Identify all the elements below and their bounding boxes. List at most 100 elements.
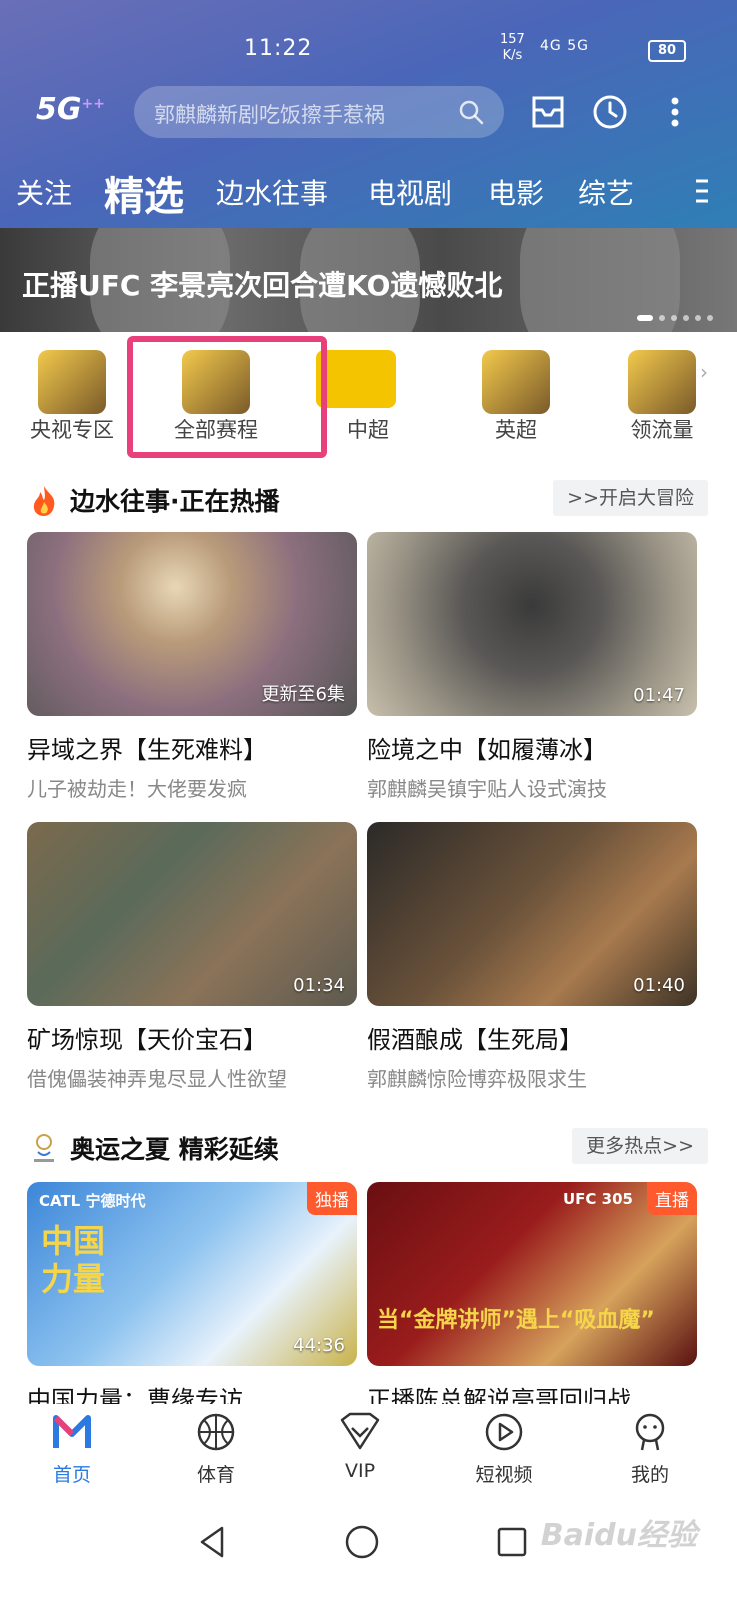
tab-featured[interactable]: 精选 bbox=[104, 164, 184, 222]
video-subtitle: 儿子被劫走！大佬要发疯 bbox=[27, 777, 247, 801]
thumbnail-headline: 中国力量 bbox=[41, 1222, 106, 1298]
page-dot bbox=[683, 315, 689, 321]
section-more-button[interactable]: >>开启大冒险 bbox=[553, 480, 708, 516]
channel-cctv-icon bbox=[38, 350, 106, 414]
nav-profile[interactable]: 我的 bbox=[590, 1410, 710, 1496]
video-subtitle: 郭麒麟惊险博弈极限求生 bbox=[367, 1067, 587, 1091]
nav-vip[interactable]: VIP bbox=[300, 1410, 420, 1496]
olympic-logo-icon bbox=[34, 1134, 54, 1162]
video-thumbnail[interactable]: 更新至6集 bbox=[27, 532, 357, 716]
logo-text: 5G bbox=[36, 92, 82, 127]
net-speed: 157 K/s bbox=[500, 32, 525, 64]
nav-label: 短视频 bbox=[475, 1464, 533, 1486]
back-icon[interactable] bbox=[194, 1522, 234, 1562]
channel-epl-icon bbox=[482, 350, 550, 414]
page-dot bbox=[637, 315, 653, 321]
video-card[interactable]: 01:47 险境之中【如履薄冰】 郭麒麟吴镇宇贴人设式演技 bbox=[367, 532, 697, 802]
fire-icon bbox=[33, 486, 55, 516]
highlight-box bbox=[127, 336, 327, 458]
update-badge: 更新至6集 bbox=[261, 684, 345, 705]
nav-label: 体育 bbox=[196, 1464, 235, 1486]
app-header: 11:22 157 K/s 4G 5G 80 5G++ 郭麒麟新剧吃饭擦手惹祸 … bbox=[0, 0, 737, 230]
video-title: 假酒酿成【生死局】 bbox=[367, 1026, 583, 1054]
video-title: 异域之界【生死难料】 bbox=[27, 736, 267, 764]
section-title: 奥运之夏 精彩延续 bbox=[70, 1135, 279, 1164]
tab-tv[interactable]: 电视剧 bbox=[368, 172, 452, 212]
section-header-olympics: 奥运之夏 精彩延续 更多热点>> bbox=[28, 1128, 708, 1168]
vip-icon bbox=[340, 1412, 380, 1450]
bottom-nav: 首页 体育 VIP 短视频 我的 bbox=[0, 1404, 737, 1500]
nav-label: 我的 bbox=[630, 1464, 669, 1486]
video-card[interactable]: 更新至6集 异域之界【生死难料】 儿子被劫走！大佬要发疯 bbox=[27, 532, 357, 802]
channel-traffic[interactable]: 领流量 bbox=[602, 340, 722, 456]
basketball-icon bbox=[197, 1413, 235, 1451]
video-card[interactable]: 01:34 矿场惊现【天价宝石】 借傀儡装神弄鬼尽显人性欲望 bbox=[27, 822, 357, 1092]
status-time: 11:22 bbox=[244, 36, 313, 61]
channel-epl[interactable]: 英超 bbox=[456, 340, 576, 456]
channel-label: 领流量 bbox=[630, 418, 694, 442]
category-tabs: 关注 精选 边水往事 电视剧 电影 综艺 bbox=[0, 162, 737, 220]
search-placeholder: 郭麒麟新剧吃饭擦手惹祸 bbox=[154, 103, 385, 127]
section-more-button[interactable]: 更多热点>> bbox=[572, 1128, 708, 1164]
section-header-bianshui: 边水往事·正在热播 >>开启大冒险 bbox=[28, 480, 708, 520]
channel-label: 央视专区 bbox=[30, 418, 114, 442]
video-card[interactable]: 01:40 假酒酿成【生死局】 郭麒麟惊险博弈极限求生 bbox=[367, 822, 697, 1092]
home-logo-icon bbox=[53, 1415, 91, 1448]
profile-icon bbox=[635, 1413, 665, 1451]
section-title: 边水往事·正在热播 bbox=[70, 487, 280, 516]
video-card[interactable]: CATL 宁德时代 中国力量 独播 44:36 中国力量：曹缘专访 bbox=[27, 1182, 357, 1415]
inbox-icon[interactable] bbox=[528, 92, 568, 132]
live-badge: 直播 bbox=[647, 1182, 697, 1215]
video-thumbnail[interactable]: 01:40 bbox=[367, 822, 697, 1006]
video-duration: 01:34 bbox=[293, 975, 345, 996]
page-dot bbox=[707, 315, 713, 321]
nav-label: 首页 bbox=[52, 1464, 91, 1486]
nav-label: VIP bbox=[344, 1460, 376, 1482]
video-subtitle: 郭麒麟吴镇宇贴人设式演技 bbox=[367, 777, 607, 801]
video-duration: 01:40 bbox=[633, 975, 685, 996]
nav-home[interactable]: 首页 bbox=[12, 1410, 132, 1496]
tab-bianshui[interactable]: 边水往事 bbox=[216, 172, 328, 212]
play-circle-icon bbox=[485, 1413, 523, 1451]
page-dot bbox=[695, 315, 701, 321]
thumbnail-brand: UFC 305 bbox=[563, 1190, 633, 1208]
nav-sports[interactable]: 体育 bbox=[156, 1410, 276, 1496]
channel-cctv[interactable]: 央视专区 bbox=[12, 340, 132, 456]
recents-icon[interactable] bbox=[492, 1522, 532, 1562]
video-title: 矿场惊现【天价宝石】 bbox=[27, 1026, 267, 1054]
search-icon[interactable] bbox=[458, 99, 484, 125]
page-dot bbox=[671, 315, 677, 321]
battery-icon: 80 bbox=[648, 40, 686, 62]
video-thumbnail[interactable]: 01:34 bbox=[27, 822, 357, 1006]
channel-traffic-icon bbox=[628, 350, 696, 414]
exclusive-badge: 独播 bbox=[307, 1182, 357, 1215]
video-duration: 44:36 bbox=[293, 1335, 345, 1356]
banner-pagination bbox=[631, 306, 713, 325]
signal-icon: 4G 5G bbox=[540, 38, 589, 54]
video-card[interactable]: UFC 305 当“金牌讲师”遇上“吸血魔” 直播 正播陈总解说亮哥回归战 bbox=[367, 1182, 697, 1415]
video-thumbnail[interactable]: CATL 宁德时代 中国力量 独播 44:36 bbox=[27, 1182, 357, 1366]
net-speed-value: 157 bbox=[500, 32, 525, 47]
video-duration: 01:47 bbox=[633, 685, 685, 706]
search-bar[interactable]: 郭麒麟新剧吃饭擦手惹祸 bbox=[134, 86, 504, 138]
channel-row: 央视专区 全部赛程 中超 英超 领流量 bbox=[0, 340, 737, 460]
app-logo[interactable]: 5G++ bbox=[36, 92, 105, 127]
tab-follow[interactable]: 关注 bbox=[16, 172, 72, 212]
channel-label: 英超 bbox=[495, 418, 537, 442]
nav-short-video[interactable]: 短视频 bbox=[444, 1410, 564, 1496]
channel-csl-icon bbox=[316, 350, 396, 408]
hero-banner[interactable]: 正播UFC 李景亮次回合遭KO遗憾败北 bbox=[0, 228, 737, 332]
tab-menu-icon[interactable] bbox=[692, 176, 712, 206]
video-thumbnail[interactable]: 01:47 bbox=[367, 532, 697, 716]
video-thumbnail[interactable]: UFC 305 当“金牌讲师”遇上“吸血魔” 直播 bbox=[367, 1182, 697, 1366]
chevron-right-icon[interactable]: › bbox=[700, 360, 708, 384]
net-speed-unit: K/s bbox=[502, 48, 523, 63]
home-icon[interactable] bbox=[342, 1522, 382, 1562]
tab-movie[interactable]: 电影 bbox=[488, 172, 544, 212]
thumbnail-headline: 当“金牌讲师”遇上“吸血魔” bbox=[377, 1308, 655, 1333]
banner-title: 正播UFC 李景亮次回合遭KO遗憾败北 bbox=[22, 269, 503, 302]
watermark: Baidu经验 bbox=[540, 1518, 697, 1553]
tab-variety[interactable]: 综艺 bbox=[578, 172, 634, 212]
more-icon[interactable] bbox=[660, 92, 690, 132]
history-icon[interactable] bbox=[590, 92, 630, 132]
